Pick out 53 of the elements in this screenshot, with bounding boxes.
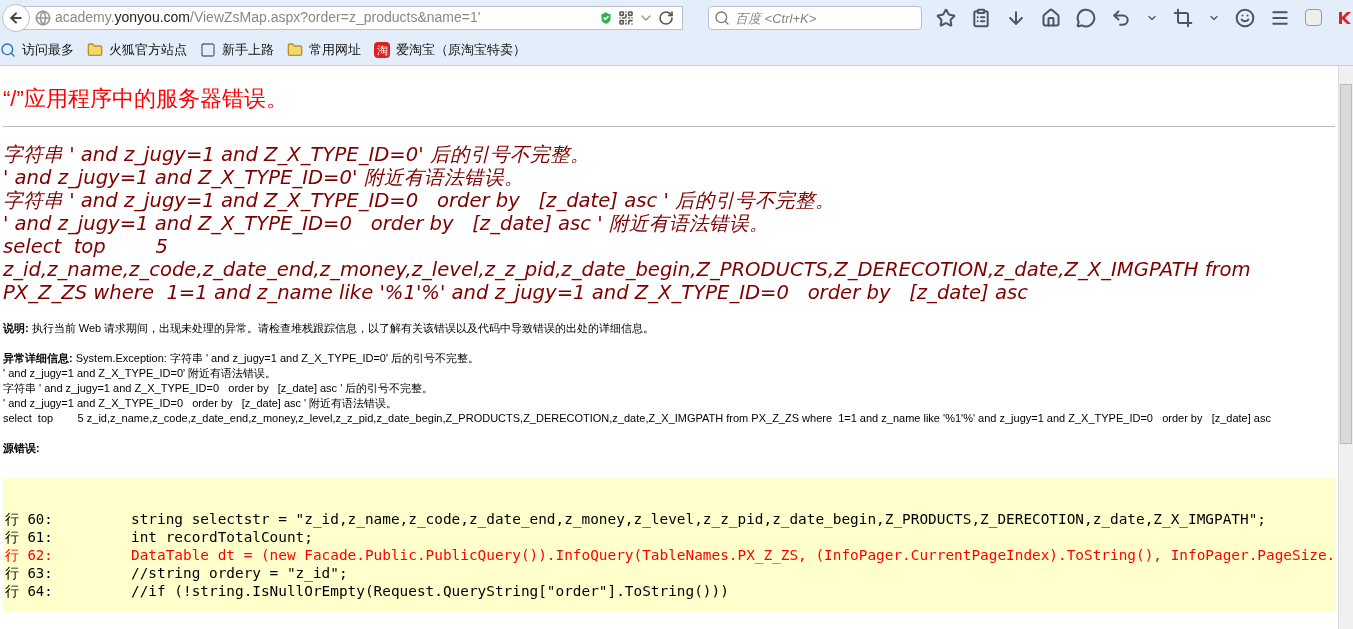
exception-detail-line: ' and z_jugy=1 and Z_X_TYPE_ID=0' 附近有语法错误。 bbox=[3, 366, 277, 381]
undo-icon[interactable] bbox=[1111, 7, 1131, 28]
exception-detail-line: 字符串 ' and z_jugy=1 and Z_X_TYPE_ID=0 order by [z_date] asc ' 后的引号不完整。 bbox=[3, 381, 434, 396]
smiley-icon[interactable] bbox=[1235, 7, 1255, 28]
globe-icon bbox=[34, 9, 51, 26]
bookmark-item[interactable]: 淘 爱淘宝（原淘宝特卖） bbox=[374, 40, 526, 60]
line-number: 行 61: bbox=[4, 528, 54, 546]
chat-bubble-icon[interactable] bbox=[1076, 7, 1096, 28]
dashed-square-icon bbox=[200, 42, 216, 59]
description-text: 说明: 执行当前 Web 请求期间，出现未处理的异常。请检查堆栈跟踪信息，以了解有关该错误以及代码中导致错误的出处的详细信息。 bbox=[3, 321, 655, 336]
code-line: DataTable dt = (new Facade.Public.PublicQuery()).InfoQuery(TableNames.PX_Z_ZS, (InfoPager.CurrentPageIndex).ToString(), InfoPager.PageSize. bbox=[131, 546, 1335, 564]
bookmark-item[interactable]: 新手上路 bbox=[200, 40, 274, 60]
back-button[interactable] bbox=[2, 3, 30, 32]
exception-detail-line: ' and z_jugy=1 and Z_X_TYPE_ID=0 order by [z_date] asc ' 附近有语法错误。 bbox=[3, 396, 398, 411]
bookmark-item[interactable]: 火狐官方站点 bbox=[87, 40, 187, 60]
error-message-line: z_id,z_name,z_code,z_date_end,z_money,z_level,z_z_pid,z_date_begin,Z_PRODUCTS,Z_DERECOTION,z_date,Z_X_IMGPATH from bbox=[3, 258, 1251, 281]
scrollbar-thumb[interactable] bbox=[1340, 84, 1352, 444]
crop-icon[interactable] bbox=[1173, 7, 1193, 28]
exception-detail-line: 异常详细信息: System.Exception: 字符串 ' and z_jugy=1 and Z_X_TYPE_ID=0' 后的引号不完整。 bbox=[3, 351, 480, 366]
clipboard-icon[interactable] bbox=[971, 7, 991, 28]
error-message-line: select top 5 bbox=[3, 235, 169, 258]
error-message-line: ' and z_jugy=1 and Z_X_TYPE_ID=0' 附近有语法错误。 bbox=[3, 166, 524, 189]
address-bar[interactable]: academy.yonyou.com/ViewZsMap.aspx?order=z_products&name=1' bbox=[21, 5, 683, 30]
search-icon bbox=[0, 42, 16, 59]
code-line: int recordTotalCount; bbox=[131, 528, 313, 546]
search-icon bbox=[713, 9, 730, 26]
folder-icon bbox=[287, 42, 303, 59]
reload-icon[interactable] bbox=[657, 9, 674, 26]
line-number: 行 63: bbox=[4, 564, 54, 582]
search-field[interactable]: 百度 <Ctrl+K> bbox=[707, 6, 922, 31]
folder-icon bbox=[87, 42, 103, 59]
line-number: 行 64: bbox=[4, 582, 54, 600]
line-number: 行 60: bbox=[4, 510, 54, 528]
error-title: “/”应用程序中的服务器错误。 bbox=[3, 85, 289, 113]
code-line: string selectstr = "z_id,z_name,z_code,z_date_end,z_money,z_level,z_z_pid,z_date_begin,Z_PRODUCTS,Z_DERECOTION,z_date,Z_X_IMGPATH"; bbox=[131, 510, 1266, 528]
exception-detail-line: select top 5 z_id,z_name,z_code,z_date_end,z_money,z_level,z_z_pid,z_date_begin,Z_PRODUCTS,Z_DERECOTION,z_date,Z_X_IMGPATH from PX_Z_ZS where 1=1 and z_name like '%1'%' and z_jugy=1 and Z_X_TYPE_ID=0 order by [z_date] asc bbox=[3, 411, 1271, 426]
scrollbar[interactable] bbox=[1338, 66, 1353, 629]
error-message-line: ' and z_jugy=1 and Z_X_TYPE_ID=0 order by [z_date] asc ' 附近有语法错误。 bbox=[3, 212, 769, 235]
taobao-icon: 淘 bbox=[374, 42, 390, 59]
line-number: 行 62: bbox=[4, 546, 54, 564]
error-message-line: 字符串 ' and z_jugy=1 and Z_X_TYPE_ID=0 order by [z_date] asc ' 后的引号不完整。 bbox=[3, 189, 836, 212]
code-line: //string ordery = "z_id"; bbox=[131, 564, 348, 582]
url-text: academy.yonyou.com/ViewZsMap.aspx?order=z_products&name=1' bbox=[54, 8, 482, 28]
source-error-label: 源错误: bbox=[3, 441, 40, 456]
home-icon[interactable] bbox=[1041, 7, 1061, 28]
bookmark-item[interactable]: 常用网址 bbox=[287, 40, 361, 60]
bookmark-item[interactable]: 访问最多 bbox=[0, 40, 74, 60]
qr-code-icon[interactable] bbox=[617, 9, 634, 26]
antivirus-icon[interactable] bbox=[1337, 9, 1353, 26]
error-message-line: 字符串 ' and z_jugy=1 and Z_X_TYPE_ID=0' 后的引号不完整。 bbox=[3, 143, 590, 166]
error-message-line: PX_Z_ZS where 1=1 and z_name like '%1'%' and z_jugy=1 and Z_X_TYPE_ID=0 order by [z_date] asc bbox=[3, 281, 1028, 304]
star-icon[interactable] bbox=[936, 7, 956, 28]
code-line: //if (!string.IsNullOrEmpty(Request.QueryString["order"].ToString())) bbox=[131, 582, 729, 600]
